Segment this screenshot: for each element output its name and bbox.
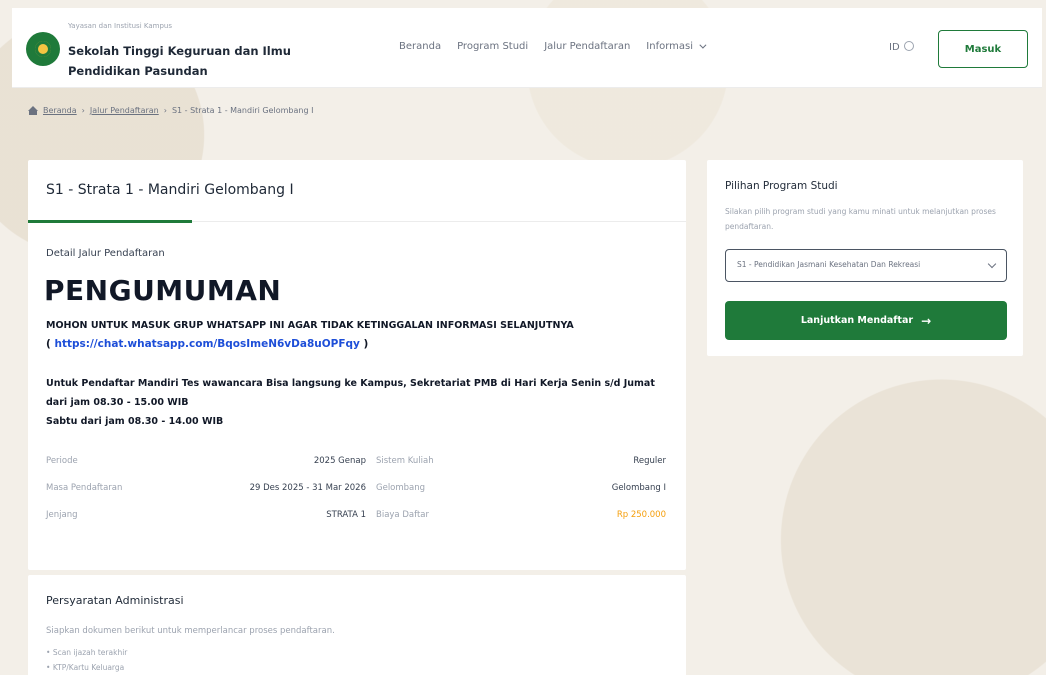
breadcrumb-home[interactable]: Beranda xyxy=(43,106,77,115)
info-value-masa-pendaftaran: 29 Des 2025 - 31 Mar 2026 xyxy=(249,483,366,493)
nav-item-informasi[interactable]: Informasi xyxy=(646,41,707,52)
chevron-down-icon xyxy=(699,41,707,49)
login-button[interactable]: Masuk xyxy=(938,30,1028,68)
breadcrumb-separator: › xyxy=(81,106,85,115)
whatsapp-group-link[interactable]: https://chat.whatsapp.com/BqosImeN6vDa8u… xyxy=(54,338,359,350)
info-label-biaya-daftar: Biaya Daftar xyxy=(376,510,429,520)
globe-icon xyxy=(903,41,914,51)
program-selection-description: Silakan pilih program studi yang kamu mi… xyxy=(725,207,996,231)
institution-logo-icon[interactable] xyxy=(26,32,60,66)
continue-button-label: Lanjutkan Mendaftar xyxy=(800,315,914,326)
nav-item-jalur-pendaftaran[interactable]: Jalur Pendaftaran xyxy=(544,41,630,52)
program-select[interactable]: S1 - Pendidikan Jasmani Kesehatan Dan Re… xyxy=(725,249,1007,282)
announcement-whatsapp-text: MOHON UNTUK MASUK GRUP WHATSAPP INI AGAR… xyxy=(46,320,574,331)
info-value-biaya-daftar: Rp 250.000 xyxy=(616,510,666,520)
info-label-jenjang: Jenjang xyxy=(46,510,78,520)
announcement-heading: PENGUMUMAN xyxy=(44,274,282,307)
announcement-link-line: ( https://chat.whatsapp.com/BqosImeN6vDa… xyxy=(46,338,369,350)
info-value-sistem-kuliah: Reguler xyxy=(633,456,666,466)
page-title: S1 - Strata 1 - Mandiri Gelombang I xyxy=(46,182,294,198)
info-label-gelombang: Gelombang xyxy=(376,483,426,493)
requirements-description: Siapkan dokumen berikut untuk memperlanc… xyxy=(46,626,335,636)
list-item: KTP/Kartu Keluarga xyxy=(46,660,127,675)
language-label: ID xyxy=(889,42,900,53)
breadcrumb: Beranda › Jalur Pendaftaran › S1 - Strat… xyxy=(28,106,313,115)
info-label-periode: Periode xyxy=(46,456,78,466)
announcement-saturday-schedule: Sabtu dari jam 08.30 - 14.00 WIB xyxy=(46,416,224,427)
requirements-list: Scan ijazah terakhir KTP/Kartu Keluarga xyxy=(46,645,128,675)
continue-registration-button[interactable]: Lanjutkan Mendaftar → xyxy=(725,301,1007,340)
card-header: S1 - Strata 1 - Mandiri Gelombang I xyxy=(28,160,686,223)
home-icon xyxy=(28,106,38,115)
brand-name[interactable]: Sekolah Tinggi Keguruan dan Ilmu Pendidi… xyxy=(68,41,308,81)
requirements-card: Persyaratan Administrasi Siapkan dokumen… xyxy=(28,575,686,675)
detail-section-label: Detail Jalur Pendaftaran xyxy=(46,248,165,259)
chevron-down-icon xyxy=(987,259,997,269)
nav-item-informasi-label: Informasi xyxy=(646,41,693,52)
brand-super-label: Yayasan dan Institusi Kampus xyxy=(68,22,172,30)
registration-detail-card: S1 - Strata 1 - Mandiri Gelombang I Deta… xyxy=(28,160,686,570)
list-item: Scan ijazah terakhir xyxy=(46,645,128,660)
info-value-gelombang: Gelombang I xyxy=(611,483,666,493)
language-switcher[interactable]: ID xyxy=(889,41,914,53)
program-selection-title: Pilihan Program Studi xyxy=(725,180,838,192)
info-label-masa-pendaftaran: Masa Pendaftaran xyxy=(46,483,123,493)
registration-info-grid: Periode 2025 Genap Sistem Kuliah Reguler… xyxy=(46,456,666,520)
announcement-schedule: Untuk Pendaftar Mandiri Tes wawancara Bi… xyxy=(46,374,676,431)
breadcrumb-current: S1 - Strata 1 - Mandiri Gelombang I xyxy=(171,106,314,115)
program-selection-card: Pilihan Program Studi Silakan pilih prog… xyxy=(707,160,1023,356)
nav-item-program-studi[interactable]: Program Studi xyxy=(457,41,528,52)
main-nav: Beranda Program Studi Jalur Pendaftaran … xyxy=(399,41,707,52)
breadcrumb-separator: › xyxy=(163,106,167,115)
program-select-value: S1 - Pendidikan Jasmani Kesehatan Dan Re… xyxy=(737,260,921,269)
info-value-periode: 2025 Genap xyxy=(313,456,366,466)
arrow-right-icon: → xyxy=(921,313,932,328)
info-label-sistem-kuliah: Sistem Kuliah xyxy=(376,456,434,466)
breadcrumb-jalur[interactable]: Jalur Pendaftaran xyxy=(90,106,159,115)
requirements-title: Persyaratan Administrasi xyxy=(46,594,184,607)
top-navbar: Yayasan dan Institusi Kampus Sekolah Tin… xyxy=(12,8,1042,88)
nav-item-beranda[interactable]: Beranda xyxy=(399,41,441,52)
info-value-jenjang: STRATA 1 xyxy=(326,510,366,520)
announcement-weekday-schedule: Untuk Pendaftar Mandiri Tes wawancara Bi… xyxy=(46,378,655,408)
active-tab-indicator xyxy=(28,220,192,223)
